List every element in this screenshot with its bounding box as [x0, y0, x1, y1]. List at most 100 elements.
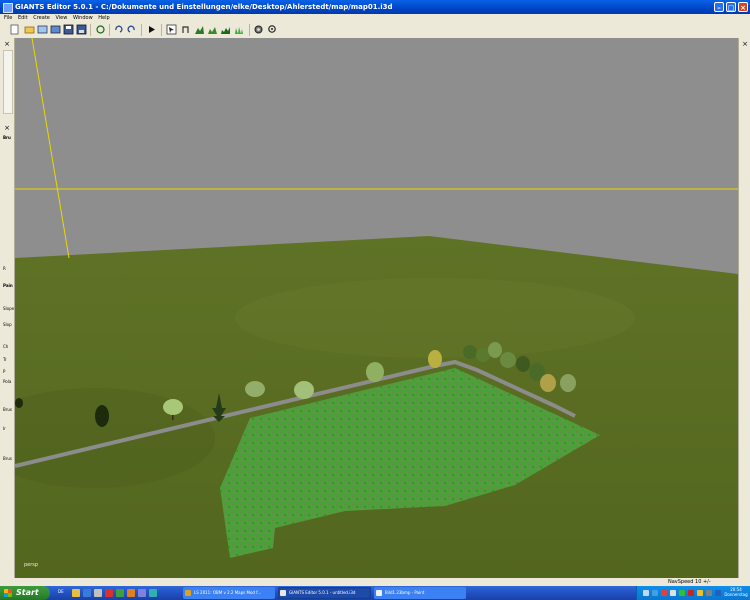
minimize-button[interactable]: – [714, 2, 724, 12]
panel-label: Pain [3, 283, 13, 288]
redo-icon[interactable] [126, 24, 137, 35]
tree [428, 350, 442, 368]
panel-scrollbar[interactable] [3, 50, 13, 114]
tray-icon[interactable] [670, 590, 676, 596]
panel-label: Bru [3, 135, 11, 140]
firefox-icon [185, 590, 191, 596]
panel-label: Tr [3, 357, 7, 362]
3d-viewport[interactable]: persp [15, 38, 738, 578]
quicklaunch-app-icon[interactable] [149, 589, 157, 597]
panel-label: R [3, 266, 6, 271]
scene-render[interactable] [15, 38, 738, 578]
close-button[interactable]: × [738, 2, 748, 12]
panel-close-icon[interactable]: × [741, 40, 749, 48]
refresh-icon[interactable] [95, 24, 106, 35]
export-icon[interactable] [50, 24, 61, 35]
quicklaunch-app-icon[interactable] [138, 589, 146, 597]
tray-icon[interactable] [643, 590, 649, 596]
panel-close-icon[interactable]: × [3, 40, 11, 48]
tray-icon[interactable] [688, 590, 694, 596]
start-button[interactable]: Start [0, 586, 50, 600]
taskbar-item-label: LS 2011: OBM v 2.2 Maps Mod f... [194, 590, 262, 595]
nav-speed-readout: NavSpeed 10 +/- [668, 579, 711, 585]
foliage-paint-icon[interactable] [220, 24, 231, 35]
menu-create[interactable]: Create [33, 14, 50, 22]
window-title: GIANTS Editor 5.0.1 - C:/Dokumente und E… [15, 3, 393, 11]
system-clock[interactable]: 20:54 Donnerstag [723, 587, 749, 597]
open-icon[interactable] [24, 24, 35, 35]
new-icon[interactable] [9, 24, 20, 35]
tray-icon[interactable] [697, 590, 703, 596]
tree [500, 352, 516, 368]
quicklaunch-ie-icon[interactable] [83, 589, 91, 597]
import-icon[interactable] [37, 24, 48, 35]
menu-file[interactable]: File [4, 14, 12, 22]
save-as-icon[interactable] [76, 24, 87, 35]
tray-icon[interactable] [652, 590, 658, 596]
windows-logo-icon [4, 589, 12, 597]
camera-label: persp [24, 562, 39, 568]
right-dock-panel: × [738, 38, 750, 578]
terrain-paint-icon[interactable] [207, 24, 218, 35]
panel-label: Slope [3, 306, 15, 311]
toolbar-separator [90, 24, 91, 36]
clock-day: Donnerstag [724, 592, 748, 597]
bush-dark [15, 398, 23, 408]
toolbar-separator [249, 24, 250, 36]
menu-view[interactable]: View [55, 14, 67, 22]
panel-label: P [3, 369, 6, 374]
tree [163, 399, 183, 415]
tray-icon[interactable] [661, 590, 667, 596]
toolbar-separator [161, 24, 162, 36]
taskbar-item-label: GIANTS Editor 5.0.1 - untitled.i3d [289, 590, 356, 595]
status-bar: NavSpeed 10 +/- [0, 578, 750, 586]
quicklaunch-app-icon[interactable] [127, 589, 135, 597]
left-dock-panel: × × Bru R Pain Slope Slop Ch Tr P Pola B… [0, 38, 15, 578]
panel-close-icon[interactable]: × [3, 124, 11, 132]
title-bar[interactable]: GIANTS Editor 5.0.1 - C:/Dokumente und E… [0, 0, 750, 14]
menu-help[interactable]: Help [98, 14, 109, 22]
taskbar-item-label: Bild1.23bmp - Paint [385, 590, 425, 595]
quicklaunch-app-icon[interactable] [105, 589, 113, 597]
panel-label: Brus [3, 407, 13, 412]
terrain-hill-highlight [235, 278, 635, 358]
settings-icon[interactable] [253, 24, 264, 35]
quicklaunch-app-icon[interactable] [116, 589, 124, 597]
start-label: Start [16, 588, 39, 597]
tray-icon[interactable] [706, 590, 712, 596]
save-icon[interactable] [63, 24, 74, 35]
quicklaunch-desktop-icon[interactable] [94, 589, 102, 597]
tree [463, 345, 477, 359]
tree [516, 356, 530, 372]
menu-bar: File Edit Create View Window Help [0, 14, 750, 22]
bush-dark [95, 405, 109, 427]
taskbar-item-active[interactable]: GIANTS Editor 5.0.1 - untitled.i3d [278, 587, 371, 599]
play-icon[interactable] [146, 24, 157, 35]
paint-icon [376, 590, 382, 596]
maximize-button[interactable]: □ [726, 2, 736, 12]
select-icon[interactable] [166, 24, 177, 35]
tree [294, 381, 314, 399]
tree [488, 342, 502, 358]
panel-label: Ch [3, 344, 9, 349]
toolbar-separator [109, 24, 110, 36]
panel-label: Ir [3, 426, 6, 431]
tray-icon[interactable] [679, 590, 685, 596]
tree [245, 381, 265, 397]
tray-icon[interactable] [715, 590, 721, 596]
tree [476, 348, 490, 362]
move-icon[interactable] [180, 24, 191, 35]
quicklaunch-explorer-icon[interactable] [72, 589, 80, 597]
menu-edit[interactable]: Edit [18, 14, 28, 22]
terrain-sculpt-icon[interactable] [194, 24, 205, 35]
menu-window[interactable]: Window [73, 14, 93, 22]
taskbar-item[interactable]: Bild1.23bmp - Paint [374, 587, 466, 599]
zoom-icon[interactable] [267, 24, 278, 35]
undo-icon[interactable] [113, 24, 124, 35]
toolbar-separator [141, 24, 142, 36]
grass-icon[interactable] [233, 24, 244, 35]
toolbar [0, 22, 750, 39]
taskbar-item[interactable]: LS 2011: OBM v 2.2 Maps Mod f... [183, 587, 275, 599]
panel-label: Brus [3, 456, 13, 461]
language-indicator[interactable]: DE [58, 589, 64, 594]
